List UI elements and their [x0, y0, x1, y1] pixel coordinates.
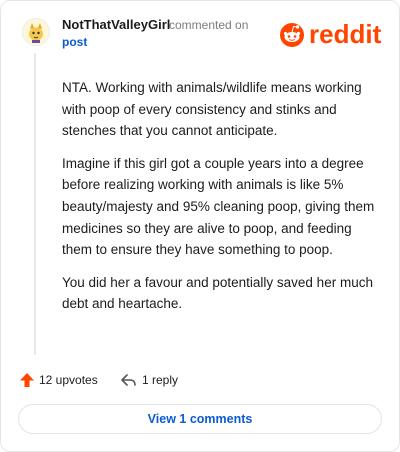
upvote-count: 12 upvotes [39, 373, 98, 387]
upvote-button[interactable]: 12 upvotes [19, 372, 98, 388]
username-link[interactable]: NotThatValleyGirl [62, 17, 170, 32]
comment-paragraph-2: Imagine if this girl got a couple years … [62, 155, 375, 258]
reply-count: 1 reply [142, 373, 179, 387]
comment-card: NotThatValleyGirl commented on post redd… [0, 0, 400, 452]
reddit-logo-text: reddit [309, 20, 382, 48]
view-comments-button[interactable]: View 1 comments [18, 404, 382, 434]
comment-body: NTA. Working with animals/wildlife means… [62, 77, 380, 326]
reddit-logo-icon: reddit [279, 19, 387, 49]
commented-on-text: commented on [169, 18, 249, 32]
avatar-icon[interactable] [22, 18, 50, 46]
reply-arrow-icon [121, 374, 136, 386]
thread-line [34, 53, 36, 355]
comment-paragraph-1: NTA. Working with animals/wildlife means… [62, 80, 362, 139]
post-link[interactable]: post [62, 35, 87, 49]
upvote-arrow-icon [20, 373, 34, 387]
reply-button[interactable]: 1 reply [120, 372, 178, 388]
comment-paragraph-3: You did her a favour and potentially sav… [62, 274, 373, 312]
